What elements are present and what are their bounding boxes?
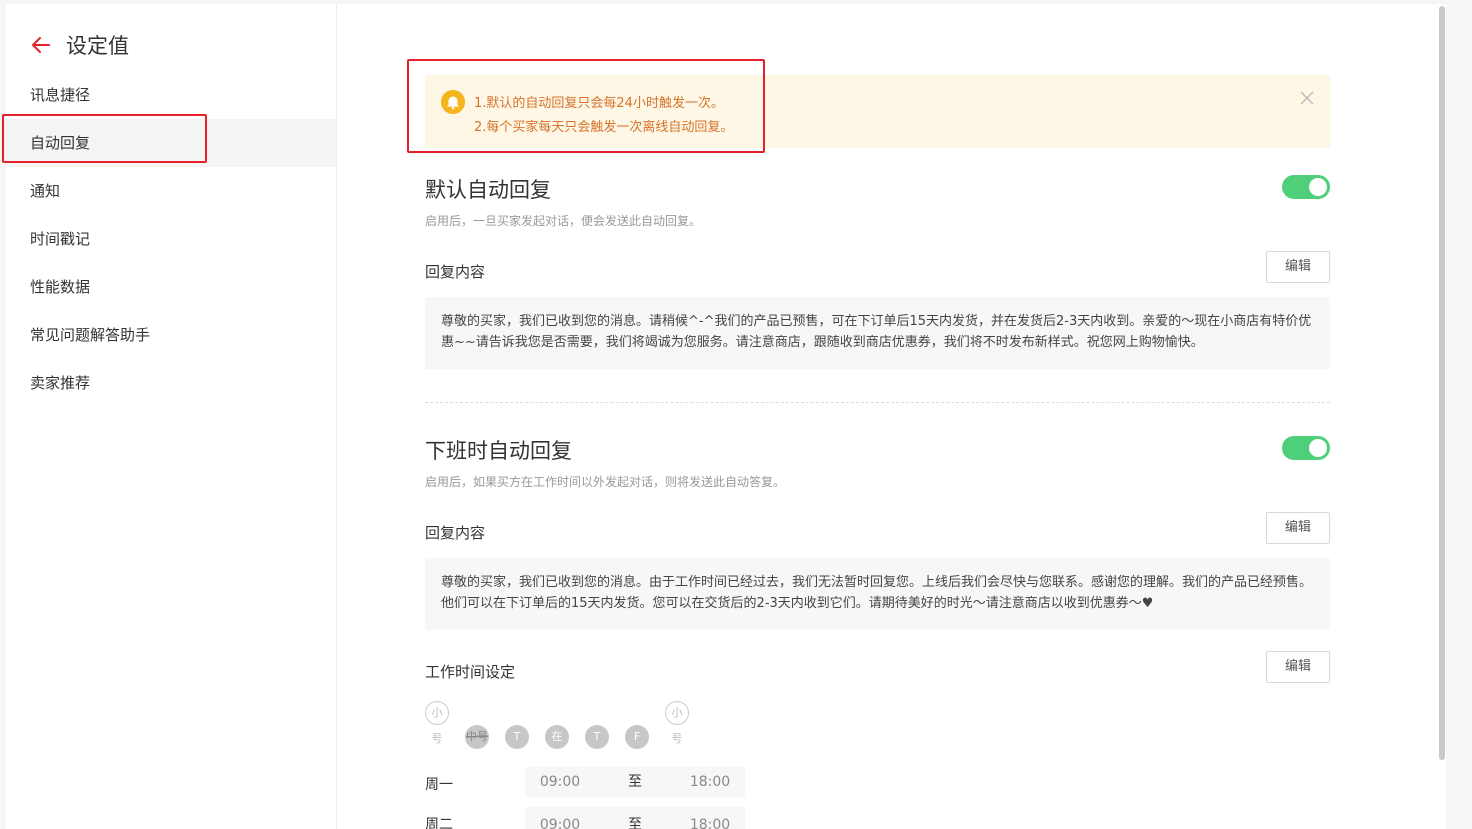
work-hours-title: 工作时间设定 bbox=[425, 663, 516, 681]
default-reply-content-label: 回复内容 bbox=[425, 263, 486, 281]
work-row-separator: 至 bbox=[595, 807, 675, 829]
day-chip-friday[interactable]: F bbox=[625, 725, 649, 749]
sidebar-item-timestamps[interactable]: 时间戳记 bbox=[6, 215, 336, 263]
offline-reply-content-label: 回复内容 bbox=[425, 524, 486, 542]
offline-reply-title: 下班时自动回复 bbox=[425, 439, 572, 463]
default-reply-title: 默认自动回复 bbox=[425, 178, 551, 202]
day-chip-thursday[interactable]: T bbox=[585, 725, 609, 749]
main-content: 1.默认的自动回复只会每24小时触发一次。 2.每个买家每天只会触发一次离线自动… bbox=[337, 4, 1446, 829]
sidebar-item-seller-recommend[interactable]: 卖家推荐 bbox=[6, 359, 336, 407]
work-row-start-time[interactable]: 09:00 bbox=[525, 767, 595, 797]
sidebar-item-notifications[interactable]: 通知 bbox=[6, 167, 336, 215]
page-title: 设定值 bbox=[66, 34, 129, 58]
day-chip-sunday[interactable]: 小 bbox=[425, 701, 449, 725]
day-chip-saturday[interactable]: 小 bbox=[665, 701, 689, 725]
day-chip-saturday-sub: 号 bbox=[671, 732, 683, 745]
day-chip-wednesday[interactable]: 在 bbox=[545, 725, 569, 749]
default-reply-description: 启用后，一旦买家发起对话，便会发送此自动回复。 bbox=[425, 214, 702, 228]
work-row-end-time[interactable]: 18:00 bbox=[675, 807, 745, 829]
default-reply-content: 尊敬的买家，我们已收到您的消息。请稍候^-^我们的产品已预售，可在下订单后15天… bbox=[425, 297, 1330, 369]
work-row-end-time[interactable]: 18:00 bbox=[675, 767, 745, 797]
bell-icon bbox=[441, 90, 465, 114]
notice-banner: 1.默认的自动回复只会每24小时触发一次。 2.每个买家每天只会触发一次离线自动… bbox=[425, 75, 1330, 148]
notice-line-1: 1.默认的自动回复只会每24小时触发一次。 bbox=[474, 96, 724, 111]
section-divider bbox=[425, 402, 1330, 403]
offline-reply-description: 启用后，如果买方在工作时间以外发起对话，则将发送此自动答复。 bbox=[425, 475, 786, 489]
sidebar-item-message-shortcuts[interactable]: 讯息捷径 bbox=[6, 71, 336, 119]
settings-sidebar: 设定值 讯息捷径 自动回复 通知 时间戳记 性能数据 常见问题解答助手 卖家推荐 bbox=[6, 4, 337, 829]
offline-reply-toggle[interactable] bbox=[1282, 436, 1330, 460]
app-shell: 设定值 讯息捷径 自动回复 通知 时间戳记 性能数据 常见问题解答助手 卖家推荐… bbox=[6, 4, 1446, 829]
work-row-day: 周一 bbox=[425, 777, 453, 793]
day-chip-monday[interactable]: 中号 bbox=[465, 725, 489, 749]
default-reply-toggle[interactable] bbox=[1282, 175, 1330, 199]
work-row-separator: 至 bbox=[595, 767, 675, 797]
arrow-left-icon[interactable] bbox=[30, 34, 52, 56]
scrollbar-thumb[interactable] bbox=[1439, 6, 1445, 760]
day-chip-tuesday[interactable]: T bbox=[505, 725, 529, 749]
default-reply-edit-button[interactable]: 编辑 bbox=[1266, 251, 1330, 283]
offline-reply-edit-button[interactable]: 编辑 bbox=[1266, 512, 1330, 544]
sidebar-item-faq-assistant[interactable]: 常见问题解答助手 bbox=[6, 311, 336, 359]
sidebar-header: 设定值 bbox=[30, 30, 129, 60]
day-chip-sunday-sub: 号 bbox=[431, 732, 443, 745]
work-hours-edit-button[interactable]: 编辑 bbox=[1266, 651, 1330, 683]
work-row-day: 周二 bbox=[425, 817, 453, 829]
sidebar-menu: 讯息捷径 自动回复 通知 时间戳记 性能数据 常见问题解答助手 卖家推荐 bbox=[6, 71, 336, 407]
offline-reply-content: 尊敬的买家，我们已收到您的消息。由于工作时间已经过去，我们无法暂时回复您。上线后… bbox=[425, 558, 1330, 630]
sidebar-item-performance[interactable]: 性能数据 bbox=[6, 263, 336, 311]
close-icon[interactable] bbox=[1300, 91, 1314, 105]
sidebar-item-auto-reply[interactable]: 自动回复 bbox=[6, 119, 336, 167]
notice-line-2: 2.每个买家每天只会触发一次离线自动回复。 bbox=[474, 120, 734, 135]
work-row-start-time[interactable]: 09:00 bbox=[525, 807, 595, 829]
